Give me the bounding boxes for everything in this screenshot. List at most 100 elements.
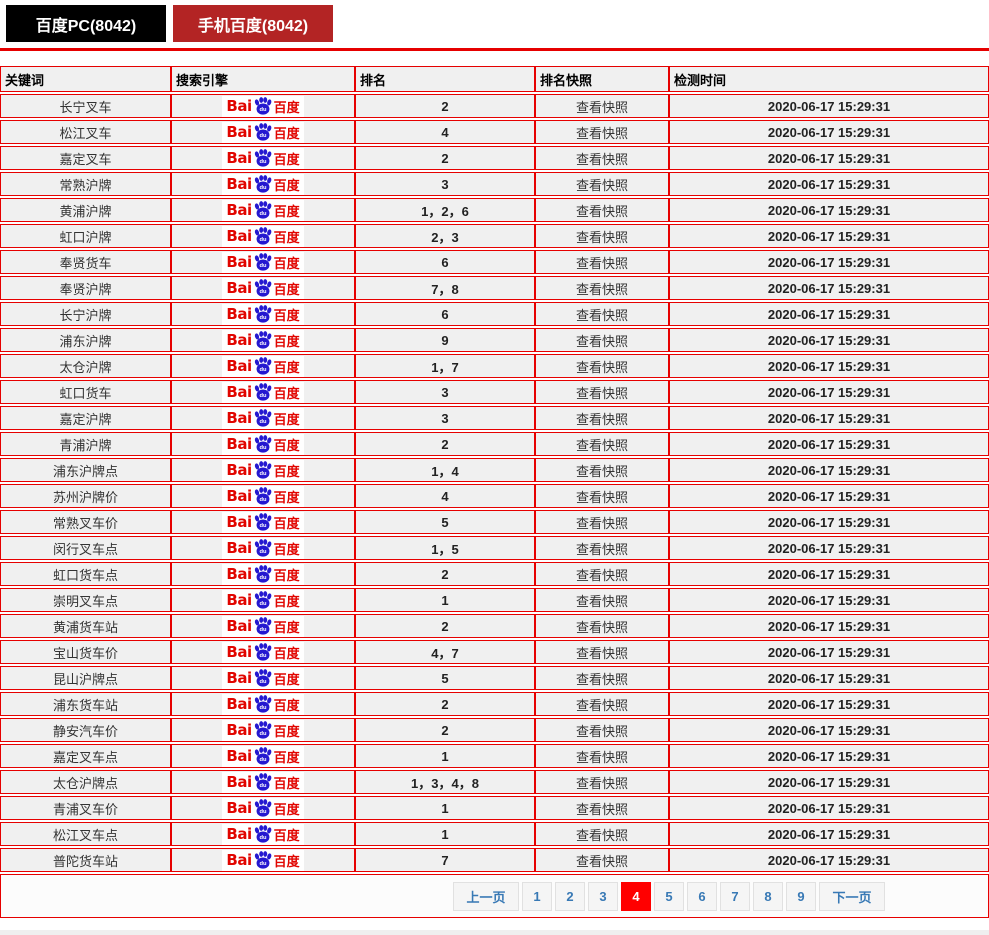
view-snapshot-link[interactable]: 查看快照 (535, 94, 669, 118)
page-button-9[interactable]: 9 (786, 882, 816, 911)
prev-page-button[interactable]: 上一页 (453, 882, 519, 911)
view-snapshot-link[interactable]: 查看快照 (535, 146, 669, 170)
view-snapshot-link[interactable]: 查看快照 (535, 848, 669, 872)
baidu-paw-icon: du (253, 617, 273, 635)
view-snapshot-link[interactable]: 查看快照 (535, 120, 669, 144)
keyword-cell: 浦东沪牌点 (0, 458, 171, 482)
view-snapshot-link[interactable]: 查看快照 (535, 354, 669, 378)
view-snapshot-link[interactable]: 查看快照 (535, 770, 669, 794)
baidu-logo-bai-text: Bai (226, 617, 251, 635)
table-row: 太仓沪牌 Bai du 百度 1，7 查看快照 2020-06-1 (0, 354, 989, 378)
view-snapshot-link[interactable]: 查看快照 (535, 458, 669, 482)
view-snapshot-link[interactable]: 查看快照 (535, 380, 669, 404)
col-header-rank: 排名 (355, 66, 535, 92)
view-snapshot-link[interactable]: 查看快照 (535, 250, 669, 274)
view-snapshot-link[interactable]: 查看快照 (535, 640, 669, 664)
view-snapshot-link[interactable]: 查看快照 (535, 796, 669, 820)
page-button-3[interactable]: 3 (588, 882, 618, 911)
keyword-cell: 普陀货车站 (0, 848, 171, 872)
engine-cell: Bai du 百度 (171, 510, 355, 534)
view-snapshot-link[interactable]: 查看快照 (535, 666, 669, 690)
baidu-logo-du-text: du (259, 731, 267, 737)
view-snapshot-link[interactable]: 查看快照 (535, 276, 669, 300)
keyword-cell: 太仓沪牌 (0, 354, 171, 378)
view-snapshot-link[interactable]: 查看快照 (535, 536, 669, 560)
rank-cell: 2 (355, 562, 535, 586)
view-snapshot-link[interactable]: 查看快照 (535, 406, 669, 430)
baidu-logo-du-text: du (259, 497, 267, 503)
check-time-cell: 2020-06-17 15:29:31 (669, 744, 989, 768)
tab-baidu-pc[interactable]: 百度PC(8042) (6, 5, 166, 42)
engine-cell: Bai du 百度 (171, 380, 355, 404)
baidu-logo-cn-text: 百度 (274, 851, 300, 870)
table-row: 嘉定叉车 Bai du 百度 2 查看快照 2020-06-17 (0, 146, 989, 170)
baidu-paw-icon: du (253, 591, 273, 609)
baidu-paw-icon: du (253, 747, 273, 765)
baidu-logo: Bai du 百度 (222, 798, 303, 819)
rank-cell: 2 (355, 692, 535, 716)
baidu-logo: Bai du 百度 (222, 252, 303, 273)
baidu-logo: Bai du 百度 (222, 408, 303, 429)
view-snapshot-link[interactable]: 查看快照 (535, 198, 669, 222)
page-button-7[interactable]: 7 (720, 882, 750, 911)
keyword-cell: 奉贤沪牌 (0, 276, 171, 300)
view-snapshot-link[interactable]: 查看快照 (535, 562, 669, 586)
keyword-cell: 常熟沪牌 (0, 172, 171, 196)
baidu-logo-bai-text: Bai (226, 799, 251, 817)
keyword-cell: 青浦叉车价 (0, 796, 171, 820)
engine-cell: Bai du 百度 (171, 120, 355, 144)
table-row: 闵行叉车点 Bai du 百度 1，5 查看快照 2020-06- (0, 536, 989, 560)
table-row: 松江叉车点 Bai du 百度 1 查看快照 2020-06-17 (0, 822, 989, 846)
view-snapshot-link[interactable]: 查看快照 (535, 692, 669, 716)
page-button-4-active[interactable]: 4 (621, 882, 651, 911)
engine-cell: Bai du 百度 (171, 328, 355, 352)
rank-cell: 3 (355, 406, 535, 430)
baidu-logo-bai-text: Bai (226, 669, 251, 687)
page-button-5[interactable]: 5 (654, 882, 684, 911)
keyword-cell: 昆山沪牌点 (0, 666, 171, 690)
baidu-logo: Bai du 百度 (222, 460, 303, 481)
baidu-logo-cn-text: 百度 (274, 799, 300, 818)
view-snapshot-link[interactable]: 查看快照 (535, 510, 669, 534)
next-page-button[interactable]: 下一页 (819, 882, 885, 911)
baidu-logo-cn-text: 百度 (274, 383, 300, 402)
rank-cell: 2 (355, 94, 535, 118)
rank-cell: 3 (355, 172, 535, 196)
pagination-cell: 上一页 123456789下一页 (0, 874, 989, 918)
view-snapshot-link[interactable]: 查看快照 (535, 614, 669, 638)
engine-cell: Bai du 百度 (171, 796, 355, 820)
rank-cell: 2 (355, 614, 535, 638)
page-button-2[interactable]: 2 (555, 882, 585, 911)
page-button-8[interactable]: 8 (753, 882, 783, 911)
rank-cell: 9 (355, 328, 535, 352)
page-button-6[interactable]: 6 (687, 882, 717, 911)
baidu-paw-icon: du (253, 227, 273, 245)
baidu-logo-bai-text: Bai (226, 305, 251, 323)
view-snapshot-link[interactable]: 查看快照 (535, 484, 669, 508)
baidu-logo-du-text: du (259, 783, 267, 789)
table-row: 黄浦货车站 Bai du 百度 2 查看快照 2020-06-17 (0, 614, 989, 638)
view-snapshot-link[interactable]: 查看快照 (535, 172, 669, 196)
view-snapshot-link[interactable]: 查看快照 (535, 224, 669, 248)
keyword-cell: 浦东沪牌 (0, 328, 171, 352)
baidu-logo-cn-text: 百度 (274, 357, 300, 376)
baidu-logo-du-text: du (259, 185, 267, 191)
baidu-logo: Bai du 百度 (222, 720, 303, 741)
engine-cell: Bai du 百度 (171, 640, 355, 664)
view-snapshot-link[interactable]: 查看快照 (535, 744, 669, 768)
baidu-paw-icon: du (253, 435, 273, 453)
col-header-snapshot: 排名快照 (535, 66, 669, 92)
baidu-logo-cn-text: 百度 (274, 409, 300, 428)
view-snapshot-link[interactable]: 查看快照 (535, 302, 669, 326)
view-snapshot-link[interactable]: 查看快照 (535, 328, 669, 352)
view-snapshot-link[interactable]: 查看快照 (535, 822, 669, 846)
engine-cell: Bai du 百度 (171, 744, 355, 768)
view-snapshot-link[interactable]: 查看快照 (535, 432, 669, 456)
view-snapshot-link[interactable]: 查看快照 (535, 718, 669, 742)
view-snapshot-link[interactable]: 查看快照 (535, 588, 669, 612)
tab-baidu-mobile[interactable]: 手机百度(8042) (173, 5, 333, 42)
page-button-1[interactable]: 1 (522, 882, 552, 911)
keyword-cell: 虹口货车点 (0, 562, 171, 586)
baidu-logo-du-text: du (259, 289, 267, 295)
page-bottom-strip (0, 930, 989, 935)
